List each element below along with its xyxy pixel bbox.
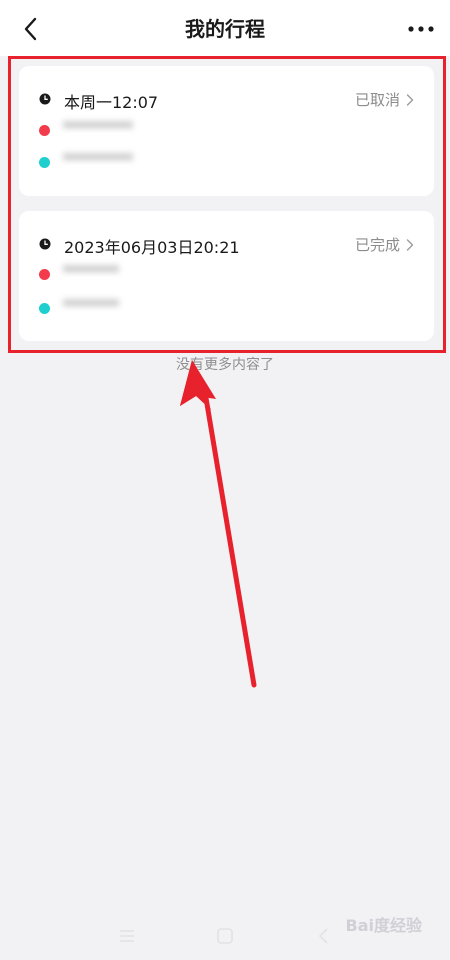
trip-status-label: 已取消: [354, 91, 400, 109]
destination-dot-icon: [39, 303, 50, 314]
menu-icon[interactable]: [117, 926, 137, 946]
trip-time-row: 2023年06月03日20:21 已完成: [39, 233, 414, 257]
destination-dot-icon: [39, 157, 50, 168]
trip-origin: ********: [63, 264, 119, 280]
trip-time-row: 本周一12:07 已取消: [39, 88, 414, 112]
trip-time: 2023年06月03日20:21: [64, 238, 240, 257]
no-more-content-label: 没有更多内容了: [176, 357, 274, 373]
more-dots-icon: [408, 26, 434, 32]
trip-destination-row: ********: [39, 296, 414, 320]
trip-time: 本周一12:07: [64, 93, 159, 112]
trip-status[interactable]: 已取消: [355, 89, 414, 110]
trip-destination: ********: [63, 298, 119, 314]
trip-status[interactable]: 已完成: [355, 234, 414, 255]
origin-dot-icon: [39, 269, 50, 280]
back-nav-icon[interactable]: [314, 926, 334, 946]
clock-icon: [39, 93, 51, 105]
clock-icon: [39, 238, 51, 250]
trip-origin-row: **********: [39, 118, 414, 142]
more-button[interactable]: [404, 12, 438, 46]
watermark: Bai度经验: [345, 916, 422, 935]
trip-card[interactable]: 2023年06月03日20:21 已完成 ******** ********: [19, 211, 434, 341]
trip-origin: **********: [63, 120, 133, 136]
trip-card[interactable]: 本周一12:07 已取消 ********** **********: [19, 66, 434, 196]
page-title: 我的行程: [185, 17, 265, 41]
trip-status-label: 已完成: [354, 236, 400, 254]
chevron-right-icon: [406, 238, 414, 251]
origin-dot-icon: [39, 125, 50, 136]
chevron-right-icon: [406, 93, 414, 106]
trip-destination: **********: [63, 152, 133, 168]
trip-destination-row: **********: [39, 150, 414, 174]
top-bar: 我的行程: [0, 0, 450, 56]
home-icon[interactable]: [215, 926, 235, 946]
trip-origin-row: ********: [39, 262, 414, 286]
